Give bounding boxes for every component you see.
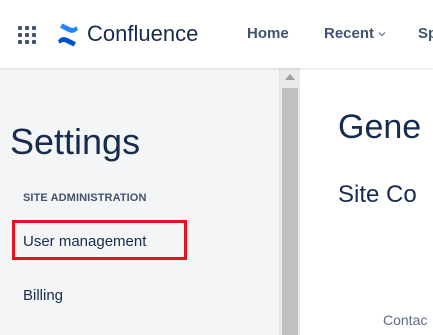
scroll-up-icon[interactable] — [285, 74, 295, 80]
section-title: Site Co — [338, 181, 417, 208]
field-label: Contac — [383, 312, 428, 328]
nav-home[interactable]: Home — [247, 24, 289, 44]
grid-icon[interactable] — [18, 26, 36, 44]
sidebar-item-billing[interactable]: Billing — [23, 286, 63, 306]
section-heading: SITE ADMINISTRATION — [23, 192, 147, 204]
sidebar-item-user-management[interactable]: User management — [23, 232, 146, 252]
nav-spaces[interactable]: Sp — [418, 24, 433, 44]
app-name[interactable]: Confluence — [87, 20, 198, 48]
scrollbar-thumb[interactable] — [282, 88, 298, 335]
nav-recent-label: Recent — [324, 25, 375, 42]
nav-recent[interactable]: Recent — [324, 24, 387, 44]
top-navigation-bar: Confluence Home Recent Sp — [0, 0, 433, 68]
confluence-logo-icon[interactable] — [56, 23, 80, 47]
chevron-down-icon — [378, 32, 386, 37]
sidebar-title: Settings — [10, 121, 141, 162]
page-title: Gene — [338, 108, 422, 146]
